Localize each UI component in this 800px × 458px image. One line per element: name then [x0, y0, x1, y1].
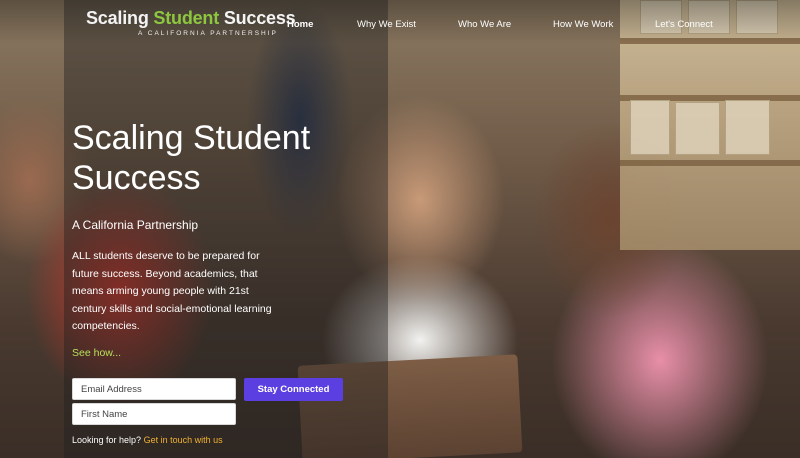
get-in-touch-link[interactable]: Get in touch with us — [144, 435, 223, 445]
first-name-field[interactable] — [72, 403, 236, 425]
help-label: Looking for help? — [72, 435, 142, 445]
nav-how-we-work[interactable]: How We Work — [553, 19, 613, 30]
nav-home[interactable]: Home — [287, 19, 313, 30]
see-how-link[interactable]: See how... — [72, 347, 121, 359]
hero-description: ALL students deserve to be prepared for … — [72, 250, 272, 332]
stay-connected-button[interactable]: Stay Connected — [244, 378, 343, 401]
nav-why-we-exist[interactable]: Why We Exist — [357, 19, 416, 30]
main-nav: Home Why We Exist Who We Are How We Work… — [0, 19, 800, 33]
email-field[interactable] — [72, 378, 236, 400]
help-text: Looking for help? Get in touch with us — [72, 435, 223, 445]
hero-subtitle: A California Partnership — [72, 218, 199, 232]
nav-lets-connect[interactable]: Let's Connect — [655, 19, 713, 30]
hero-title: Scaling Student Success — [72, 119, 311, 197]
nav-who-we-are[interactable]: Who We Are — [458, 19, 511, 30]
